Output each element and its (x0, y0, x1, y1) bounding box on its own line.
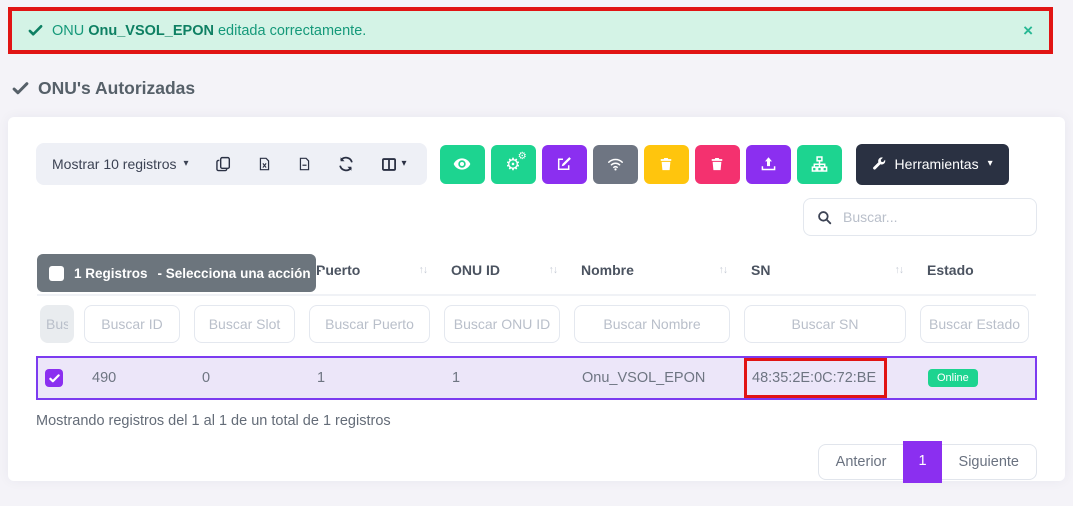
success-alert: ONU Onu_VSOL_EPON editada correctamente.… (12, 11, 1049, 50)
column-header-sn[interactable]: SN↑↓ (737, 250, 913, 295)
cell-nombre: Onu_VSOL_EPON (567, 357, 737, 399)
bulk-action-dropdown[interactable]: 1 Registros - Selecciona una acción ▾ (37, 254, 316, 292)
cell-sn: 48:35:2E:0C:72:BE (752, 370, 876, 386)
select-all-checkbox[interactable] (49, 266, 64, 281)
chevron-down-icon: ▾ (183, 159, 188, 169)
wifi-icon (606, 156, 625, 172)
topology-button[interactable] (797, 145, 842, 184)
search-input[interactable] (843, 209, 1023, 225)
filter-select-input (40, 305, 74, 343)
export-excel-button[interactable] (258, 156, 271, 172)
chevron-down-icon: ▾ (402, 159, 407, 169)
sort-icon: ↑↓ (719, 264, 732, 276)
filter-estado-input[interactable] (920, 305, 1029, 343)
copy-button[interactable] (216, 156, 231, 172)
page-title: ONU's Autorizadas (12, 78, 1073, 99)
wrench-icon (872, 157, 886, 171)
tools-dropdown[interactable]: Herramientas ▾ (856, 144, 1009, 185)
bulk-action-label: - Selecciona una acción (158, 266, 311, 281)
alert-text-suffix: editada correctamente. (214, 23, 366, 39)
edit-button[interactable] (542, 145, 587, 184)
onu-table: 1 Registros - Selecciona una acción ▾ Pu… (36, 250, 1037, 400)
gears-icon: ⚙⚙ (505, 156, 520, 173)
export-file-button[interactable] (298, 156, 311, 172)
filter-nombre-input[interactable] (574, 305, 730, 343)
file-icon (298, 156, 311, 172)
page-title-text: ONU's Autorizadas (38, 78, 195, 99)
columns-visibility-button[interactable]: ▾ (381, 157, 407, 172)
cell-puerto: 1 (302, 357, 437, 399)
sort-icon: ↑↓ (419, 264, 432, 276)
toolbar: Mostrar 10 registros ▾ ▾ (36, 143, 1037, 185)
table-filter-row (37, 295, 1036, 357)
cell-onu-id: 1 (437, 357, 567, 399)
annotation-box-sn: 48:35:2E:0C:72:BE (744, 358, 887, 398)
search-box (803, 198, 1037, 236)
trash-icon (659, 156, 673, 172)
show-entries-label: Mostrar 10 registros (52, 156, 176, 172)
cell-slot: 0 (187, 357, 302, 399)
onu-table-card: Mostrar 10 registros ▾ ▾ (8, 117, 1065, 481)
columns-icon (381, 157, 397, 172)
trash-icon (710, 156, 724, 172)
chevron-down-icon: ▾ (321, 268, 326, 278)
upload-icon (761, 156, 776, 172)
alert-onu-name: Onu_VSOL_EPON (88, 23, 214, 39)
sort-icon: ↑↓ (895, 264, 908, 276)
refresh-button[interactable] (338, 156, 354, 172)
table-controls-group: Mostrar 10 registros ▾ ▾ (36, 143, 427, 185)
edit-icon (556, 156, 572, 172)
row-checkbox[interactable] (45, 369, 63, 387)
tools-label: Herramientas (895, 156, 979, 172)
pagination-page-1[interactable]: 1 (903, 441, 941, 483)
pagination-prev[interactable]: Anterior (819, 445, 904, 479)
filter-puerto-input[interactable] (309, 305, 430, 343)
delete-button[interactable] (644, 145, 689, 184)
table-row: 490 0 1 1 Onu_VSOL_EPON 48:35:2E:0C:72:B… (37, 357, 1036, 399)
sitemap-icon (811, 156, 828, 172)
records-summary: Mostrando registros del 1 al 1 de un tot… (36, 413, 1037, 429)
table-header-row: 1 Registros - Selecciona una acción ▾ Pu… (37, 250, 1036, 295)
status-badge: Online (928, 369, 978, 387)
close-icon[interactable]: × (1023, 22, 1033, 39)
wifi-button[interactable] (593, 145, 638, 184)
filter-onu-id-input[interactable] (444, 305, 560, 343)
search-icon (817, 210, 832, 225)
sort-icon: ↑↓ (549, 264, 562, 276)
bulk-count-label: 1 Registros (74, 266, 148, 281)
upload-button[interactable] (746, 145, 791, 184)
check-icon (12, 80, 29, 97)
filter-slot-input[interactable] (194, 305, 295, 343)
cell-id: 490 (77, 357, 187, 399)
filter-sn-input[interactable] (744, 305, 906, 343)
provision-button[interactable]: ⚙⚙ (491, 145, 536, 184)
alert-text-prefix: ONU (52, 23, 88, 39)
pagination-next[interactable]: Siguiente (942, 445, 1036, 479)
show-entries-dropdown[interactable]: Mostrar 10 registros ▾ (52, 156, 189, 172)
file-excel-icon (258, 156, 271, 172)
refresh-icon (338, 156, 354, 172)
column-header-nombre[interactable]: Nombre↑↓ (567, 250, 737, 295)
eye-icon (453, 155, 471, 173)
chevron-down-icon: ▾ (988, 159, 993, 169)
column-header-estado[interactable]: Estado (913, 250, 1036, 295)
view-button[interactable] (440, 145, 485, 184)
column-header-onu-id[interactable]: ONU ID↑↓ (437, 250, 567, 295)
delete-permanent-button[interactable] (695, 145, 740, 184)
copy-icon (216, 156, 231, 172)
alert-message: ONU Onu_VSOL_EPON editada correctamente. (52, 23, 366, 39)
filter-id-input[interactable] (84, 305, 180, 343)
action-buttons: ⚙⚙ Herramientas ▾ (440, 144, 1009, 185)
check-icon (28, 23, 43, 38)
pagination: Anterior 1 Siguiente (818, 444, 1037, 480)
annotation-box-alert: ONU Onu_VSOL_EPON editada correctamente.… (8, 7, 1053, 54)
